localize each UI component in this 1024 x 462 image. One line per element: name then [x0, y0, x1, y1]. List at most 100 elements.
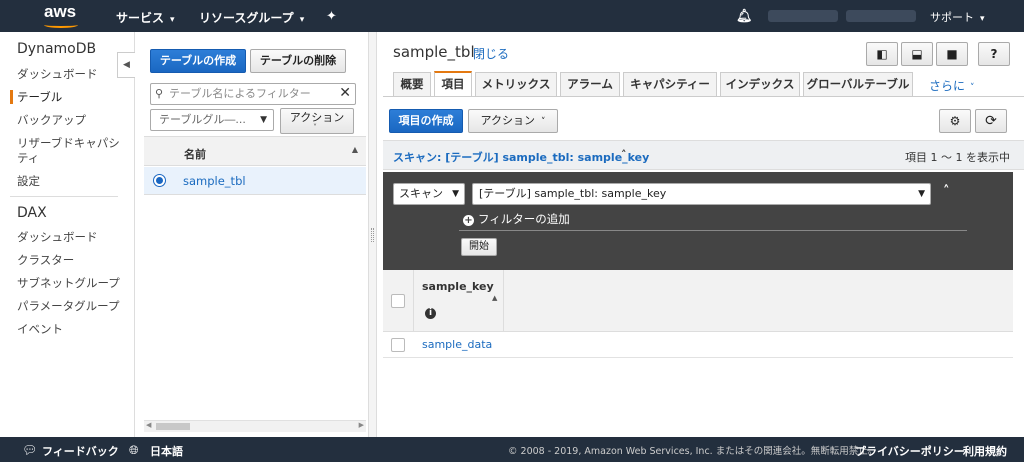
sidebar-item-subnet-groups[interactable]: サブネットグループ	[17, 275, 120, 291]
sidebar-dax-title: DAX	[17, 205, 47, 221]
chevron-down-icon: ▼	[260, 115, 267, 125]
collapse-panel-icon[interactable]: ˄	[943, 184, 950, 199]
table-group-select[interactable]: テーブルグル―... ▼	[150, 109, 274, 131]
feedback-link[interactable]: フィードバック	[42, 443, 119, 459]
aws-logo[interactable]: aws	[44, 2, 76, 22]
horizontal-scrollbar[interactable]: ◀ ▶	[144, 420, 366, 432]
table-radio[interactable]	[153, 174, 166, 187]
terms-link[interactable]: 利用規約	[963, 443, 1007, 459]
resource-groups-menu[interactable]: リソースグループ ▾	[199, 9, 304, 26]
region-redacted[interactable]	[846, 10, 916, 22]
account-name-redacted[interactable]	[768, 10, 838, 22]
row-checkbox[interactable]	[391, 338, 405, 352]
filter-divider	[459, 230, 967, 231]
items-action-button[interactable]: アクション ˅	[468, 109, 558, 133]
table-detail-panel: sample_tbl 閉じる ◧ ⬓ ■ ? 概要 項目 メトリックス アラーム…	[383, 32, 1024, 437]
column-divider	[503, 270, 504, 332]
chevron-down-icon: ˅	[540, 117, 546, 127]
bell-icon[interactable]: 🔔︎	[736, 9, 753, 24]
privacy-policy-link[interactable]: プライバシーポリシー	[855, 443, 965, 459]
collapse-sidebar-button[interactable]: ◀	[117, 52, 135, 78]
item-key-link[interactable]: sample_data	[422, 338, 492, 351]
panel-resize-handle[interactable]	[368, 32, 377, 437]
sidebar-item-reserved-capacity-cont[interactable]: ティ	[17, 150, 39, 166]
table-title: sample_tbl	[393, 43, 475, 61]
support-menu[interactable]: サポート ▾	[930, 9, 985, 25]
sidebar-item-dax-dashboard[interactable]: ダッシュボード	[17, 229, 98, 245]
layout-split-horizontal-icon[interactable]: ⬓	[901, 42, 933, 66]
search-icon: ⚲	[155, 87, 164, 100]
scroll-left-arrow[interactable]: ◀	[146, 421, 151, 429]
language-selector[interactable]: 日本語	[150, 443, 183, 459]
sidebar-item-reserved-capacity[interactable]: リザーブドキャパシ	[17, 135, 120, 151]
scan-target-select[interactable]: [テーブル] sample_tbl: sample_key ▼	[472, 183, 931, 205]
add-filter-link[interactable]: + フィルターの追加	[463, 211, 570, 227]
layout-split-vertical-icon[interactable]: ◧	[866, 42, 898, 66]
tab-global-tables[interactable]: グローバルテーブル	[803, 72, 913, 96]
table-name-link[interactable]: sample_tbl	[183, 174, 246, 188]
scan-summary-bar[interactable]: スキャン: [テーブル] sample_tbl: sample_key ˄ 項目…	[383, 140, 1024, 170]
chevron-left-icon: ◀	[123, 60, 130, 70]
delete-table-button[interactable]: テーブルの削除	[250, 49, 346, 73]
pin-icon[interactable]: ✦	[326, 9, 337, 24]
start-scan-button[interactable]: 開始	[461, 238, 497, 256]
sample-key-column-header[interactable]: sample_key	[422, 280, 494, 293]
tab-indexes[interactable]: インデックス	[720, 72, 800, 96]
tables-action-button[interactable]: アクション ˅	[280, 108, 354, 134]
create-item-button[interactable]: 項目の作成	[389, 109, 463, 133]
sidebar-item-parameter-groups[interactable]: パラメータグループ	[17, 298, 119, 314]
sidebar-item-backups[interactable]: バックアップ	[17, 112, 86, 128]
create-table-button[interactable]: テーブルの作成	[150, 49, 246, 73]
top-navigation-bar: aws サービス ▾ リソースグループ ▾ ✦ 🔔︎ サポート ▾	[0, 0, 1024, 32]
tab-items[interactable]: 項目	[434, 71, 472, 96]
tab-metrics[interactable]: メトリックス	[475, 72, 557, 96]
radio-selected-dot	[156, 177, 163, 184]
refresh-icon[interactable]: ⟳	[975, 109, 1007, 133]
layout-full-icon[interactable]: ■	[936, 42, 968, 66]
add-filter-label: フィルターの追加	[478, 212, 570, 226]
select-all-checkbox[interactable]	[391, 294, 405, 308]
name-column-header[interactable]: 名前	[184, 146, 206, 162]
table-row[interactable]: sample_data	[383, 332, 1013, 358]
scrollbar-thumb[interactable]	[156, 423, 190, 430]
scan-query-panel: スキャン ▼ [テーブル] sample_tbl: sample_key ▼ ˄ +…	[383, 172, 1013, 270]
sort-ascending-icon[interactable]: ▲	[352, 145, 358, 154]
active-indicator	[10, 90, 13, 104]
more-label: さらに	[929, 79, 966, 93]
items-count-text: 項目 1 ～ 1 を表示中	[905, 151, 1010, 164]
chevron-down-icon: ˅	[313, 123, 317, 132]
tabs-divider	[383, 96, 1024, 97]
table-row[interactable]: sample_tbl	[144, 167, 366, 195]
sort-ascending-icon[interactable]: ▲	[492, 294, 497, 302]
table-filter-input[interactable]: ⚲ テーブル名によるフィルター ✕	[150, 83, 356, 105]
globe-icon[interactable]: 🌐︎	[129, 443, 139, 458]
chevron-down-icon: ▼	[452, 189, 459, 199]
sidebar-item-dashboard[interactable]: ダッシュボード	[17, 66, 98, 82]
scan-mode-select[interactable]: スキャン ▼	[393, 183, 465, 205]
scan-summary-text[interactable]: スキャン: [テーブル] sample_tbl: sample_key	[393, 149, 649, 165]
plus-circle-icon: +	[463, 215, 474, 226]
chevron-down-icon: ▼	[918, 189, 925, 199]
chevron-down-icon: ˅	[970, 83, 975, 93]
sidebar-item-clusters[interactable]: クラスター	[17, 252, 74, 268]
tab-overview[interactable]: 概要	[393, 72, 431, 96]
chevron-up-icon[interactable]: ˄	[621, 148, 627, 161]
scroll-right-arrow[interactable]: ▶	[359, 421, 364, 429]
services-menu[interactable]: サービス ▾	[116, 9, 175, 26]
clear-icon[interactable]: ✕	[339, 83, 351, 103]
tab-alarms[interactable]: アラーム	[560, 72, 620, 96]
tables-list-header: 名前 ▲	[144, 136, 366, 166]
sidebar-item-settings[interactable]: 設定	[17, 173, 40, 189]
copyright-text: © 2008 - 2019, Amazon Web Services, Inc.…	[508, 446, 878, 457]
resource-groups-label: リソースグループ	[199, 11, 294, 25]
sidebar-item-tables[interactable]: テーブル	[17, 89, 62, 105]
sidebar-item-events[interactable]: イベント	[17, 321, 63, 337]
help-icon[interactable]: ?	[978, 42, 1010, 66]
feedback-icon[interactable]: 💬︎	[22, 443, 37, 457]
tab-capacity[interactable]: キャパシティー	[623, 72, 717, 96]
tab-more[interactable]: さらに ˅	[929, 77, 975, 94]
info-icon[interactable]: i	[425, 308, 436, 319]
close-link[interactable]: 閉じる	[473, 45, 509, 62]
sidebar-divider	[10, 196, 118, 197]
settings-gear-icon[interactable]: ⚙	[939, 109, 971, 133]
